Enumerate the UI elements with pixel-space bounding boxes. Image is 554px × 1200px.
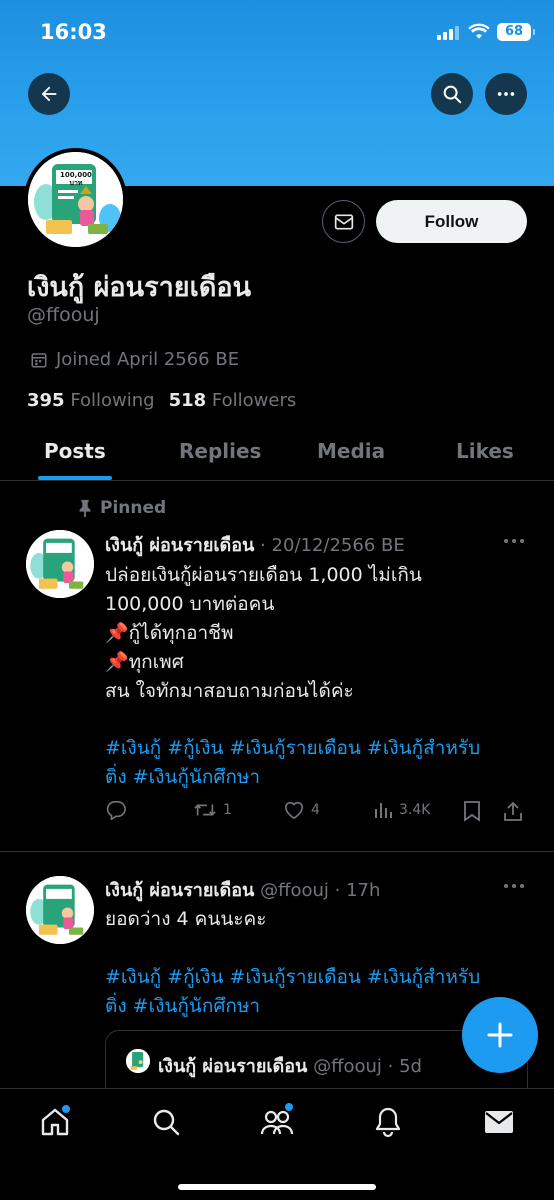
post-divider [0,851,554,852]
avatar-image [28,152,123,247]
post-text-line: 📌ทุกเพศ [105,651,184,673]
search-icon [153,1109,180,1136]
retweet-icon [194,804,216,816]
post-text-line: สน ใจทักมาสอบถามก่อนได้ค่ะ [105,680,354,702]
more-icon [497,92,515,96]
search-button[interactable] [431,73,473,115]
pin-icon [79,499,91,517]
share-icon [504,801,522,821]
wifi-icon [468,23,490,39]
tab-likes[interactable]: Likes [456,439,514,463]
reply-button[interactable] [105,800,127,820]
retweet-count: 1 [223,802,232,818]
joined-date: Joined April 2566 BE [30,349,239,370]
follow-button[interactable]: Follow [376,200,527,243]
post-avatar[interactable] [26,530,94,598]
nav-home[interactable] [38,1105,72,1139]
tab-replies[interactable]: Replies [179,439,261,463]
joined-text: Joined April 2566 BE [56,349,240,370]
status-bar: 16:03 68 [0,0,554,64]
retweet-button[interactable]: 1 [193,800,232,820]
share-button[interactable] [503,800,523,822]
status-time: 16:03 [40,20,107,44]
envelope-icon [334,214,353,229]
active-tab-indicator [38,476,112,480]
tab-posts[interactable]: Posts [44,439,106,463]
followers-link[interactable]: 518 Followers [169,390,297,411]
views-button[interactable]: 3.4K [373,800,430,820]
follow-stats: 395 Following 518 Followers [27,390,296,411]
compose-button[interactable] [462,997,538,1073]
avatar-amount-text: 100,000 บาท [60,171,92,187]
envelope-icon [485,1111,513,1133]
post-text-line: ปล่อยเงินกู้ผ่อนรายเดือน 1,000 ไม่เกิน [105,564,422,586]
post-header: เงินกู้ ผ่อนรายเดือน @ffoouj · 17h [105,875,380,904]
following-link[interactable]: 395 Following [27,390,155,411]
battery-icon: 68 [497,23,535,41]
post-more-icon[interactable] [504,537,526,545]
people-icon [260,1110,294,1135]
post-text: ยอดว่าง 4 คนนะคะ [105,905,535,934]
followers-label: Followers [211,390,297,411]
post-text-line: 100,000 บาทต่อคน [105,593,275,615]
quote-header: เงินกู้ ผ่อนรายเดือน @ffoouj · 5d [158,1051,422,1080]
bookmark-button[interactable] [463,800,481,822]
following-label: Following [70,390,155,411]
post-header: เงินกู้ ผ่อนรายเดือน · 20/12/2566 BE [105,530,405,559]
post-meta: · 20/12/2566 BE [260,535,405,556]
views-count: 3.4K [399,802,431,818]
like-button[interactable]: 4 [283,800,320,820]
heart-icon [284,801,304,820]
hashtag-line[interactable]: #เงินกู้ #กู้เงิน #เงินกู้รายเดือน #เงิน… [105,734,535,763]
message-button[interactable] [322,200,365,243]
profile-display-name: เงินกู้ ผ่อนรายเดือน [27,272,252,303]
hashtag-line[interactable]: #เงินกู้ #กู้เงิน #เงินกู้รายเดือน #เงิน… [105,963,535,992]
nav-communities[interactable] [260,1103,294,1139]
post-more-icon[interactable] [504,882,526,890]
post-meta: @ffoouj · 17h [260,880,381,901]
notification-dot [285,1103,293,1111]
bookmark-icon [464,801,480,822]
notification-dot [62,1105,70,1113]
post-text-line: 📌กู้ได้ทุกอาชีพ [105,622,234,644]
post-text: ปล่อยเงินกู้ผ่อนรายเดือน 1,000 ไม่เกิน 1… [105,561,535,706]
nav-notifications[interactable] [371,1105,405,1139]
nav-messages[interactable] [482,1105,516,1139]
post-avatar[interactable] [26,876,94,944]
pinned-label: Pinned [78,498,166,518]
quote-meta: @ffoouj · 5d [313,1056,422,1077]
avatar-image [26,530,94,598]
back-button[interactable] [28,73,70,115]
reply-icon [106,801,126,820]
post-author-name[interactable]: เงินกู้ ผ่อนรายเดือน [105,535,254,556]
hashtag-line[interactable]: ติ่ง #เงินกู้นักศึกษา [105,763,535,792]
avatar-image [126,1049,150,1073]
quote-avatar [126,1049,150,1073]
following-count: 395 [27,390,65,411]
profile-tabs: Posts Replies Media Likes [0,425,554,481]
profile-handle: @ffoouj [27,304,100,326]
search-icon [443,85,462,104]
followers-count: 518 [168,390,207,411]
profile-avatar[interactable]: 100,000 บาท [24,148,127,251]
nav-explore[interactable] [149,1105,183,1139]
pinned-text: Pinned [100,498,167,518]
post-author-name[interactable]: เงินกู้ ผ่อนรายเดือน [105,880,254,901]
arrow-left-icon [41,86,57,102]
quote-author-name: เงินกู้ ผ่อนรายเดือน [158,1056,308,1077]
more-button[interactable] [485,73,527,115]
plus-icon [487,1022,513,1048]
post-hashtags[interactable]: #เงินกู้ #กู้เงิน #เงินกู้รายเดือน #เงิน… [105,734,535,792]
like-count: 4 [311,802,320,818]
post-text-line: ยอดว่าง 4 คนนะคะ [105,908,267,930]
bell-icon [375,1107,401,1138]
calendar-icon [31,352,47,367]
tab-media[interactable]: Media [317,439,385,463]
home-indicator [178,1184,376,1190]
post-actions: 1 4 3.4K [105,800,525,828]
avatar-image [26,876,94,944]
views-icon [375,803,392,818]
signal-icon [437,26,459,40]
